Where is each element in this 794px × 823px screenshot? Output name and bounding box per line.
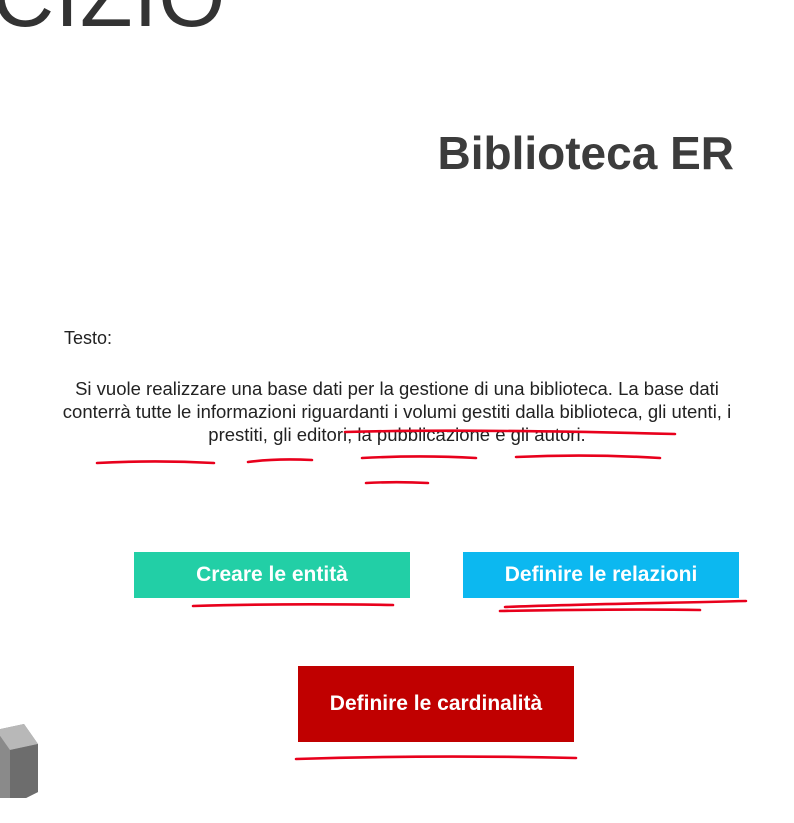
cut-off-title: CIZIO — [0, 0, 226, 40]
text-label: Testo: — [64, 328, 113, 348]
define-relations-button[interactable]: Definire le relazioni — [463, 552, 739, 598]
description-paragraph: Si vuole realizzare una base dati per la… — [40, 377, 754, 446]
underline-relazioni-button-2 — [498, 608, 702, 613]
underline-pubblicazione — [514, 454, 662, 460]
underline-entita-button — [191, 603, 395, 608]
underline-relazioni-button-1 — [503, 599, 748, 609]
underline-autori — [364, 480, 430, 485]
partial-3d-block-icon — [0, 724, 38, 798]
create-entities-button[interactable]: Creare le entità — [134, 552, 410, 598]
page-title: Biblioteca ER — [437, 127, 734, 179]
underline-prestiti — [360, 455, 478, 460]
paragraph-text: Si vuole realizzare una base dati per la… — [62, 378, 737, 445]
define-cardinality-button[interactable]: Definire le cardinalità — [298, 666, 574, 742]
underline-biblioteca — [95, 460, 216, 465]
underline-utenti — [246, 458, 314, 464]
underline-cardinalita-button — [294, 755, 578, 761]
